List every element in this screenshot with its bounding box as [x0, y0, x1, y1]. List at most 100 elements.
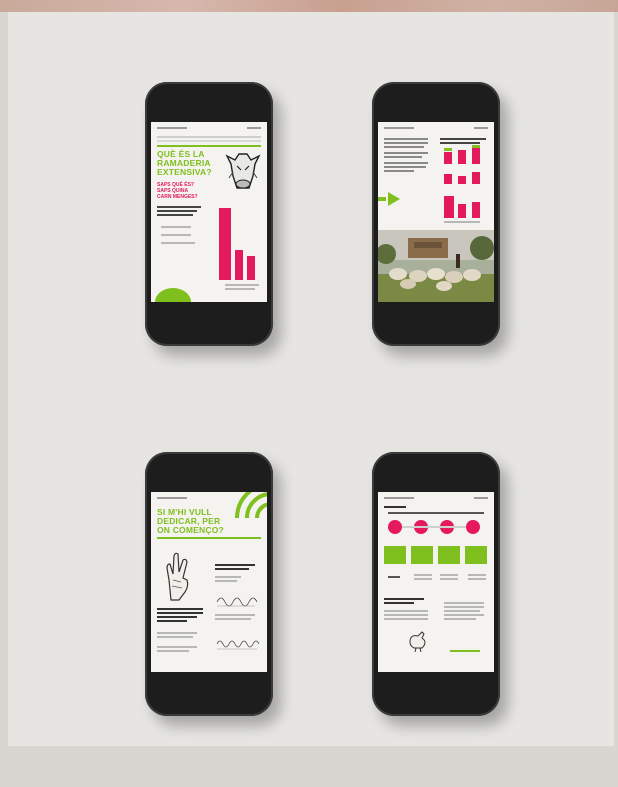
chart-bar: [458, 150, 466, 164]
cow-illustration-icon: [225, 153, 261, 189]
body-text: [444, 606, 484, 608]
screen-header: [384, 497, 488, 499]
body-text: [157, 620, 187, 622]
phone-screen-3[interactable]: SI M'HI VULL DEDICAR, PER ON COMENÇO?: [151, 492, 267, 672]
body-text: [157, 608, 203, 610]
green-arcs-decoration: [235, 492, 267, 518]
phone-notch: [409, 88, 463, 98]
body-text: [215, 614, 255, 616]
divider-line: [157, 537, 261, 539]
menu-row: [157, 136, 261, 138]
phone-screen-1[interactable]: QUÈ ÉS LA RAMADERIA EXTENSIVA? SAPS QUÈ …: [151, 122, 267, 302]
phone-notch: [409, 458, 463, 468]
chart-bar: [444, 152, 452, 164]
crossed-fingers-illustration-icon: [166, 552, 189, 601]
body-text: [215, 580, 237, 582]
body-text: [157, 210, 197, 212]
body-text: [444, 602, 484, 604]
card-text: [414, 578, 432, 580]
step-circle: [466, 520, 480, 534]
body-text: [157, 214, 193, 216]
phone-mockup-3: SI M'HI VULL DEDICAR, PER ON COMENÇO?: [145, 452, 273, 716]
chart-bar: [472, 172, 480, 184]
body-text: [215, 576, 241, 578]
phone-screen-4[interactable]: [378, 492, 494, 672]
body-text: [384, 152, 428, 154]
card-text: [388, 576, 400, 578]
phone-screen-2[interactable]: [378, 122, 494, 302]
card-text: [440, 578, 458, 580]
sheep-photo: [378, 230, 494, 302]
section-heading: [384, 602, 414, 604]
step-card: [384, 546, 406, 564]
connector-line: [402, 526, 466, 528]
chart-heading: [440, 142, 480, 144]
section-heading: [215, 568, 249, 570]
legend-text: [161, 242, 195, 244]
body-text: [444, 614, 484, 616]
section-heading: [384, 506, 406, 508]
chicken-illustration-icon: [409, 631, 426, 652]
chart-bar: [472, 148, 480, 164]
body-text: [384, 142, 428, 144]
phone-mockup-2: [372, 82, 500, 346]
divider-line: [157, 145, 261, 147]
legend-text: [161, 234, 191, 236]
chart-marker: [444, 148, 452, 151]
body-text: [384, 156, 422, 158]
body-text: [384, 162, 428, 164]
legend-text: [161, 226, 191, 228]
body-text: [157, 616, 197, 618]
arrow-right-icon: [378, 192, 400, 206]
card-text: [440, 574, 458, 576]
phone-notch: [182, 458, 236, 468]
body-text: [384, 138, 428, 140]
body-text: [384, 610, 428, 612]
body-text: [444, 610, 480, 612]
accent-line: [450, 650, 480, 652]
card-text: [414, 574, 432, 576]
body-text: [384, 146, 424, 148]
card-text: [468, 574, 486, 576]
mockup-board: QUÈ ÉS LA RAMADERIA EXTENSIVA? SAPS QUÈ …: [8, 12, 614, 746]
body-text: [384, 170, 414, 172]
top-photo-strip: [0, 0, 618, 12]
body-text: [384, 618, 428, 620]
section-heading: [215, 564, 255, 566]
green-semicircle: [155, 288, 191, 302]
chart-bar: [219, 208, 231, 280]
body-text: [157, 650, 189, 652]
phone-mockup-1: QUÈ ÉS LA RAMADERIA EXTENSIVA? SAPS QUÈ …: [145, 82, 273, 346]
body-text: [384, 166, 426, 168]
chart-bar: [444, 174, 452, 184]
chart-bar: [444, 196, 454, 218]
chart-marker: [472, 145, 480, 148]
body-text: [388, 512, 484, 514]
handwriting-sketch: [216, 640, 259, 650]
page-title: QUÈ ÉS LA RAMADERIA EXTENSIVA?: [157, 149, 212, 177]
chart-bar: [458, 204, 466, 218]
body-text: [215, 618, 251, 620]
body-text: [157, 206, 201, 208]
chart-bar: [458, 176, 466, 184]
body-text: [157, 646, 197, 648]
body-text: [444, 618, 476, 620]
body-text: [157, 612, 203, 614]
chart-caption: [444, 221, 480, 223]
section-heading: [384, 598, 424, 600]
page-title: SI M'HI VULL DEDICAR, PER ON COMENÇO?: [157, 507, 224, 535]
step-circle: [388, 520, 402, 534]
chart-bar: [472, 202, 480, 218]
handwriting-sketch: [216, 597, 258, 607]
screen-header: [384, 127, 488, 129]
chart-caption: [225, 288, 255, 290]
chart-bar: [235, 250, 243, 280]
menu-row: [157, 140, 261, 142]
screen-header: [157, 127, 261, 129]
body-text: [157, 636, 193, 638]
chart-heading: [440, 138, 486, 140]
step-card: [465, 546, 487, 564]
step-card: [411, 546, 433, 564]
chart-bar: [247, 256, 255, 280]
phone-notch: [182, 88, 236, 98]
